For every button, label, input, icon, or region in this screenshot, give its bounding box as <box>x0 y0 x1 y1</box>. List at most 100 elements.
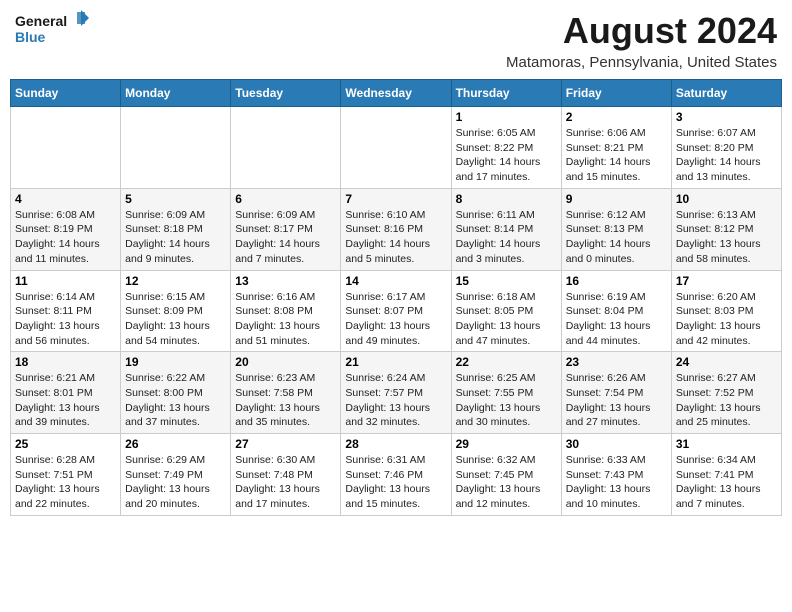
day-info: Sunrise: 6:31 AM Sunset: 7:46 PM Dayligh… <box>345 453 446 512</box>
day-info: Sunrise: 6:20 AM Sunset: 8:03 PM Dayligh… <box>676 290 777 349</box>
day-info: Sunrise: 6:32 AM Sunset: 7:45 PM Dayligh… <box>456 453 557 512</box>
calendar-cell: 13 Sunrise: 6:16 AM Sunset: 8:08 PM Dayli… <box>231 270 341 352</box>
day-info: Sunrise: 6:11 AM Sunset: 8:14 PM Dayligh… <box>456 208 557 267</box>
title-block: August 2024 Matamoras, Pennsylvania, Uni… <box>506 10 777 71</box>
day-number: 23 <box>566 355 667 369</box>
calendar-cell: 15Sunrise: 6:18 AM Sunset: 8:05 PM Dayli… <box>451 270 561 352</box>
day-number: 14 <box>345 274 446 288</box>
calendar-week-3: 11Sunrise: 6:14 AM Sunset: 8:11 PM Dayli… <box>11 270 782 352</box>
calendar-cell: 28 Sunrise: 6:31 AM Sunset: 7:46 PM Dayli… <box>341 434 451 516</box>
day-number: 10 <box>676 192 777 206</box>
day-number: 22 <box>456 355 557 369</box>
calendar-cell: 6 Sunrise: 6:09 AM Sunset: 8:17 PM Daylig… <box>231 188 341 270</box>
calendar-cell: 3 Sunrise: 6:07 AM Sunset: 8:20 PM Daylig… <box>671 107 781 189</box>
calendar-cell: 27 Sunrise: 6:30 AM Sunset: 7:48 PM Dayli… <box>231 434 341 516</box>
day-number: 6 <box>235 192 336 206</box>
day-info: Sunrise: 6:05 AM Sunset: 8:22 PM Dayligh… <box>456 126 557 185</box>
calendar-cell: 4 Sunrise: 6:08 AM Sunset: 8:19 PM Daylig… <box>11 188 121 270</box>
column-header-wednesday: Wednesday <box>341 80 451 107</box>
calendar-cell: 23Sunrise: 6:26 AM Sunset: 7:54 PM Dayli… <box>561 352 671 434</box>
day-number: 28 <box>345 437 446 451</box>
day-info: Sunrise: 6:34 AM Sunset: 7:41 PM Dayligh… <box>676 453 777 512</box>
day-info: Sunrise: 6:07 AM Sunset: 8:20 PM Dayligh… <box>676 126 777 185</box>
day-info: Sunrise: 6:33 AM Sunset: 7:43 PM Dayligh… <box>566 453 667 512</box>
calendar-cell: 17 Sunrise: 6:20 AM Sunset: 8:03 PM Dayli… <box>671 270 781 352</box>
column-header-monday: Monday <box>121 80 231 107</box>
day-number: 16 <box>566 274 667 288</box>
column-header-friday: Friday <box>561 80 671 107</box>
day-info: Sunrise: 6:30 AM Sunset: 7:48 PM Dayligh… <box>235 453 336 512</box>
column-header-sunday: Sunday <box>11 80 121 107</box>
day-number: 27 <box>235 437 336 451</box>
svg-text:Blue: Blue <box>15 29 46 45</box>
calendar-cell: 12 Sunrise: 6:15 AM Sunset: 8:09 PM Dayli… <box>121 270 231 352</box>
calendar-cell: 30 Sunrise: 6:33 AM Sunset: 7:43 PM Dayli… <box>561 434 671 516</box>
location-subtitle: Matamoras, Pennsylvania, United States <box>506 54 777 71</box>
day-info: Sunrise: 6:15 AM Sunset: 8:09 PM Dayligh… <box>125 290 226 349</box>
day-info: Sunrise: 6:17 AM Sunset: 8:07 PM Dayligh… <box>345 290 446 349</box>
calendar-cell: 19Sunrise: 6:22 AM Sunset: 8:00 PM Dayli… <box>121 352 231 434</box>
day-number: 11 <box>15 274 116 288</box>
calendar-week-2: 4 Sunrise: 6:08 AM Sunset: 8:19 PM Daylig… <box>11 188 782 270</box>
calendar-cell: 8 Sunrise: 6:11 AM Sunset: 8:14 PM Daylig… <box>451 188 561 270</box>
day-number: 30 <box>566 437 667 451</box>
day-info: Sunrise: 6:06 AM Sunset: 8:21 PM Dayligh… <box>566 126 667 185</box>
calendar-cell: 22Sunrise: 6:25 AM Sunset: 7:55 PM Dayli… <box>451 352 561 434</box>
day-info: Sunrise: 6:24 AM Sunset: 7:57 PM Dayligh… <box>345 371 446 430</box>
calendar-cell <box>231 107 341 189</box>
day-number: 20 <box>235 355 336 369</box>
calendar-cell <box>121 107 231 189</box>
day-number: 19 <box>125 355 226 369</box>
day-number: 7 <box>345 192 446 206</box>
day-info: Sunrise: 6:12 AM Sunset: 8:13 PM Dayligh… <box>566 208 667 267</box>
calendar-cell: 7 Sunrise: 6:10 AM Sunset: 8:16 PM Daylig… <box>341 188 451 270</box>
calendar-cell: 24Sunrise: 6:27 AM Sunset: 7:52 PM Dayli… <box>671 352 781 434</box>
day-number: 1 <box>456 110 557 124</box>
logo: General Blue <box>15 10 90 50</box>
logo-svg: General Blue <box>15 10 90 50</box>
column-header-thursday: Thursday <box>451 80 561 107</box>
calendar-cell: 21 Sunrise: 6:24 AM Sunset: 7:57 PM Dayli… <box>341 352 451 434</box>
day-number: 26 <box>125 437 226 451</box>
calendar-cell <box>11 107 121 189</box>
day-number: 4 <box>15 192 116 206</box>
day-info: Sunrise: 6:29 AM Sunset: 7:49 PM Dayligh… <box>125 453 226 512</box>
day-number: 3 <box>676 110 777 124</box>
calendar-cell: 11Sunrise: 6:14 AM Sunset: 8:11 PM Dayli… <box>11 270 121 352</box>
calendar-week-4: 18Sunrise: 6:21 AM Sunset: 8:01 PM Dayli… <box>11 352 782 434</box>
day-info: Sunrise: 6:28 AM Sunset: 7:51 PM Dayligh… <box>15 453 116 512</box>
day-number: 13 <box>235 274 336 288</box>
calendar-cell: 10 Sunrise: 6:13 AM Sunset: 8:12 PM Dayli… <box>671 188 781 270</box>
day-number: 21 <box>345 355 446 369</box>
day-info: Sunrise: 6:19 AM Sunset: 8:04 PM Dayligh… <box>566 290 667 349</box>
day-number: 18 <box>15 355 116 369</box>
calendar-cell: 5 Sunrise: 6:09 AM Sunset: 8:18 PM Daylig… <box>121 188 231 270</box>
day-info: Sunrise: 6:10 AM Sunset: 8:16 PM Dayligh… <box>345 208 446 267</box>
calendar-cell: 29Sunrise: 6:32 AM Sunset: 7:45 PM Dayli… <box>451 434 561 516</box>
day-info: Sunrise: 6:16 AM Sunset: 8:08 PM Dayligh… <box>235 290 336 349</box>
month-year-title: August 2024 <box>506 10 777 52</box>
calendar-cell: 2Sunrise: 6:06 AM Sunset: 8:21 PM Daylig… <box>561 107 671 189</box>
day-info: Sunrise: 6:08 AM Sunset: 8:19 PM Dayligh… <box>15 208 116 267</box>
calendar-week-5: 25 Sunrise: 6:28 AM Sunset: 7:51 PM Dayli… <box>11 434 782 516</box>
calendar-cell: 1 Sunrise: 6:05 AM Sunset: 8:22 PM Daylig… <box>451 107 561 189</box>
day-info: Sunrise: 6:27 AM Sunset: 7:52 PM Dayligh… <box>676 371 777 430</box>
calendar-week-1: 1 Sunrise: 6:05 AM Sunset: 8:22 PM Daylig… <box>11 107 782 189</box>
day-number: 12 <box>125 274 226 288</box>
day-info: Sunrise: 6:13 AM Sunset: 8:12 PM Dayligh… <box>676 208 777 267</box>
svg-text:General: General <box>15 13 67 29</box>
day-number: 8 <box>456 192 557 206</box>
day-number: 5 <box>125 192 226 206</box>
day-number: 17 <box>676 274 777 288</box>
calendar-cell: 31Sunrise: 6:34 AM Sunset: 7:41 PM Dayli… <box>671 434 781 516</box>
calendar-cell: 18Sunrise: 6:21 AM Sunset: 8:01 PM Dayli… <box>11 352 121 434</box>
day-info: Sunrise: 6:18 AM Sunset: 8:05 PM Dayligh… <box>456 290 557 349</box>
day-info: Sunrise: 6:09 AM Sunset: 8:18 PM Dayligh… <box>125 208 226 267</box>
calendar-header-row: SundayMondayTuesdayWednesdayThursdayFrid… <box>11 80 782 107</box>
calendar-cell: 9 Sunrise: 6:12 AM Sunset: 8:13 PM Daylig… <box>561 188 671 270</box>
calendar-cell: 26 Sunrise: 6:29 AM Sunset: 7:49 PM Dayli… <box>121 434 231 516</box>
day-info: Sunrise: 6:09 AM Sunset: 8:17 PM Dayligh… <box>235 208 336 267</box>
day-number: 9 <box>566 192 667 206</box>
day-number: 25 <box>15 437 116 451</box>
column-header-tuesday: Tuesday <box>231 80 341 107</box>
